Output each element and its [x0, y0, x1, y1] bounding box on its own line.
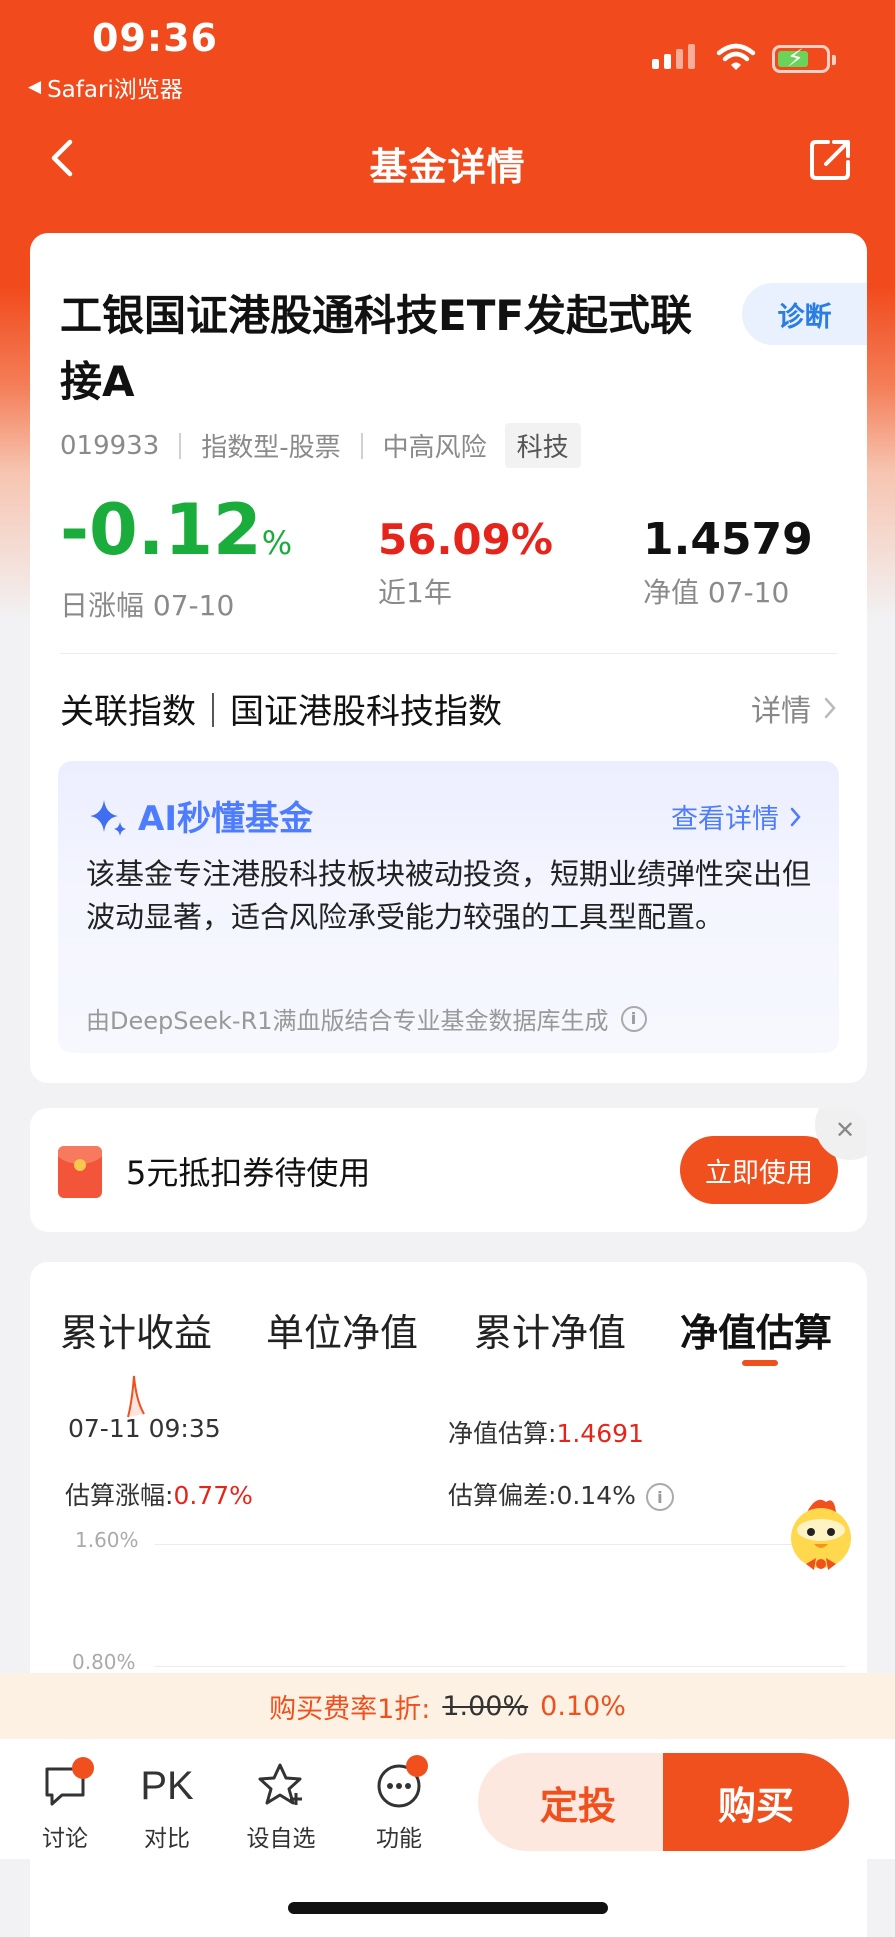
tab-cumulative-return[interactable]: 累计收益: [60, 1302, 212, 1357]
estimate-deviation-label: 估算偏差:: [448, 1481, 557, 1510]
info-icon[interactable]: i: [620, 1005, 647, 1032]
notification-dot: [406, 1755, 428, 1777]
auto-invest-button[interactable]: 定投: [478, 1753, 678, 1851]
estimate-deviation-value: 0.14%: [556, 1481, 636, 1510]
related-index-more[interactable]: 详情: [751, 686, 837, 730]
year-return-label: 近1年: [378, 576, 452, 609]
back-app-label: Safari浏览器: [47, 77, 183, 103]
fund-tags: 019933 指数型-股票 中高风险 科技: [60, 423, 581, 468]
day-change-label: 日涨幅 07-10: [60, 589, 235, 622]
ai-footer: 由DeepSeek-R1满血版结合专业基金数据库生成 i: [86, 1001, 647, 1036]
tool-label: 对比: [144, 1826, 190, 1852]
info-icon[interactable]: i: [645, 1483, 674, 1511]
back-triangle-icon: ◀: [28, 77, 42, 97]
close-icon: ✕: [835, 1116, 856, 1144]
chevron-right-icon: [824, 697, 836, 719]
signal-icon: [652, 44, 695, 69]
buy-button[interactable]: 购买: [663, 1753, 849, 1851]
fund-risk: 中高风险: [382, 433, 487, 463]
page-title: 基金详情: [369, 145, 526, 189]
star-plus-icon: [258, 1763, 302, 1805]
wifi-icon: [716, 43, 756, 70]
add-watchlist-button[interactable]: 设自选: [236, 1759, 326, 1853]
y-tick-label: 1.60%: [75, 1528, 139, 1552]
fee-discounted: 0.10%: [540, 1690, 626, 1722]
ai-footer-text: 由DeepSeek-R1满血版结合专业基金数据库生成: [86, 1007, 609, 1035]
fund-theme-tag: 科技: [504, 423, 581, 468]
ai-title-text: AI秒懂基金: [138, 799, 313, 839]
year-return-value: 56.09%: [378, 515, 553, 564]
tab-nav-estimate[interactable]: 净值估算: [680, 1302, 832, 1357]
status-bar: 09:36 ◀ Safari浏览器 ⚡: [0, 0, 895, 103]
fee-banner[interactable]: 购买费率1折: 1.00% 0.10%: [0, 1673, 895, 1739]
day-change-stat: -0.12% 日涨幅 07-10: [60, 495, 292, 624]
use-coupon-button[interactable]: 立即使用: [680, 1136, 838, 1204]
tool-label: 功能: [376, 1826, 422, 1852]
coupon-text: 5元抵扣券待使用: [126, 1154, 371, 1192]
fund-name: 工银国证港股通科技ETF发起式联接A: [60, 291, 693, 406]
sparkle-icon: [90, 799, 126, 836]
estimate-nav: 净值估算:1.4691: [448, 1414, 644, 1450]
bottom-action-bar: 讨论 PK 对比 设自选 功能 定投 购买: [0, 1739, 895, 1859]
nav-stat: 1.4579 净值 07-10: [643, 515, 813, 611]
back-to-safari[interactable]: ◀ Safari浏览器: [28, 70, 183, 104]
red-envelope-icon: [58, 1146, 102, 1198]
diagnose-button[interactable]: 诊断: [742, 283, 867, 345]
status-time: 09:36: [92, 16, 218, 60]
estimate-change: 估算涨幅:0.77%: [65, 1476, 253, 1512]
fund-code: 019933: [60, 430, 160, 461]
ai-more-link[interactable]: 查看详情: [671, 797, 803, 836]
day-change-value: -0.12: [60, 489, 262, 571]
nav-value: 1.4579: [643, 514, 813, 565]
chevron-right-icon: [790, 807, 801, 826]
estimate-nav-value: 1.4691: [556, 1419, 644, 1448]
ai-summary-text: 该基金专注港股科技板块被动投资，短期业绩弹性突出但波动显著，适合风险承受能力较强…: [86, 857, 812, 934]
coupon-card: 5元抵扣券待使用 立即使用 ✕: [30, 1108, 867, 1232]
ai-title: AI秒懂基金: [86, 791, 313, 840]
y-tick-label: 0.80%: [72, 1650, 136, 1674]
fee-prefix: 购买费率1折:: [269, 1693, 431, 1725]
ai-summary-box: AI秒懂基金 查看详情 该基金专注港股科技板块被动投资，短期业绩弹性突出但波动显…: [58, 761, 839, 1053]
nav-label: 净值 07-10: [643, 576, 790, 609]
estimate-deviation: 估算偏差:0.14% i: [448, 1476, 674, 1512]
tab-cumulative-nav[interactable]: 累计净值: [474, 1302, 626, 1357]
home-indicator: [288, 1902, 608, 1914]
pk-icon: PK: [140, 1763, 194, 1808]
grid-line: [155, 1666, 845, 1667]
fee-original: 1.00%: [442, 1690, 529, 1722]
estimate-change-label: 估算涨幅:: [65, 1481, 174, 1510]
related-index-more-label: 详情: [751, 694, 811, 729]
year-return-stat: 56.09% 近1年: [378, 515, 553, 611]
day-change-unit: %: [261, 524, 293, 562]
notification-dot: [72, 1757, 94, 1779]
nav-bar: 基金详情: [0, 118, 895, 198]
tool-label: 设自选: [246, 1826, 316, 1852]
related-index-row[interactable]: 关联指数｜国证港股科技指数 详情: [60, 678, 837, 738]
functions-button[interactable]: 功能: [354, 1755, 444, 1853]
active-tab-indicator: [742, 1360, 778, 1366]
discussion-button[interactable]: 讨论: [20, 1757, 110, 1853]
tab-unit-nav[interactable]: 单位净值: [266, 1302, 418, 1357]
share-icon[interactable]: [808, 136, 854, 182]
fund-summary-card: 工银国证港股通科技ETF发起式联接A 诊断 019933 指数型-股票 中高风险…: [30, 233, 867, 1083]
divider: [60, 653, 837, 654]
grid-line: [155, 1544, 845, 1545]
battery-icon: ⚡: [772, 44, 836, 73]
related-index-label: 关联指数｜国证港股科技指数: [60, 691, 502, 732]
tool-label: 讨论: [42, 1826, 88, 1852]
estimate-line-start: [127, 1375, 145, 1418]
compare-button[interactable]: PK 对比: [122, 1759, 212, 1853]
fund-type: 指数型-股票: [201, 433, 341, 463]
estimate-nav-label: 净值估算:: [448, 1419, 557, 1448]
ai-more-label: 查看详情: [671, 804, 779, 835]
mascot-icon[interactable]: [776, 1492, 866, 1582]
estimate-change-value: 0.77%: [173, 1481, 253, 1510]
